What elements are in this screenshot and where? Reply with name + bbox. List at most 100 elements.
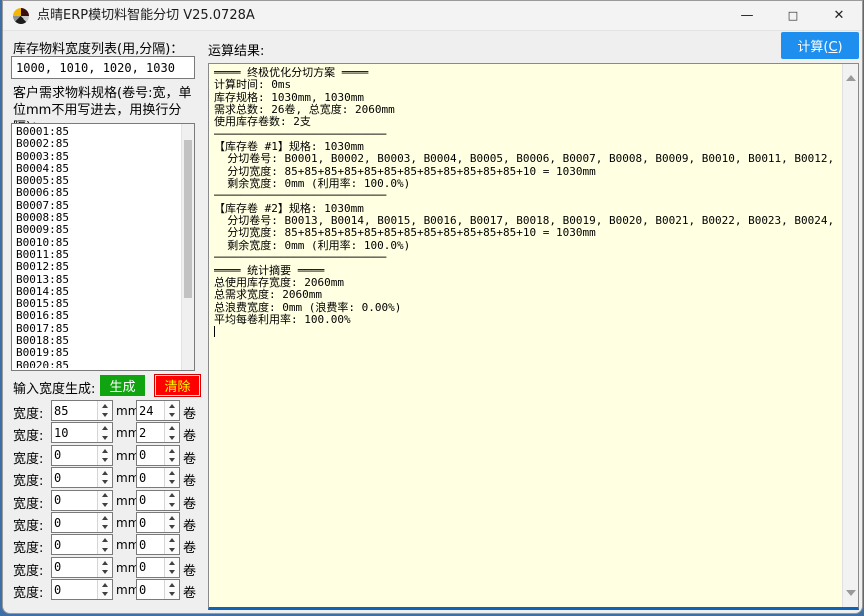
spinner-arrows — [97, 513, 112, 532]
spinner-up-icon[interactable] — [165, 401, 179, 411]
spinner-arrows — [164, 401, 179, 420]
generate-button[interactable]: 生成 — [100, 375, 145, 396]
spinner-arrows — [97, 580, 112, 599]
spinner-down-icon[interactable] — [165, 523, 179, 533]
spinner-up-icon[interactable] — [98, 558, 112, 568]
spinner-down-icon[interactable] — [98, 590, 112, 600]
result-line: ────────────────────────── — [214, 190, 841, 202]
spinner-up-icon[interactable] — [98, 580, 112, 590]
width-value-input[interactable] — [54, 447, 96, 464]
spinner-up-icon[interactable] — [165, 558, 179, 568]
count-value-input[interactable] — [139, 514, 163, 531]
spinner-up-icon[interactable] — [165, 580, 179, 590]
width-value-input[interactable] — [54, 469, 96, 486]
calculate-button[interactable]: 计算(C) — [781, 32, 859, 59]
width-row: 宽度:mm卷 — [3, 579, 203, 600]
spinner-arrows — [97, 423, 112, 442]
spinner-up-icon[interactable] — [165, 446, 179, 456]
width-spinner — [51, 579, 113, 600]
spinner-down-icon[interactable] — [165, 433, 179, 443]
unit-roll-label: 卷 — [183, 560, 196, 579]
spinner-arrows — [164, 580, 179, 599]
demand-scrollbar[interactable] — [181, 124, 194, 370]
spinner-up-icon[interactable] — [98, 423, 112, 433]
spinner-down-icon[interactable] — [98, 545, 112, 555]
spinner-down-icon[interactable] — [98, 567, 112, 577]
width-row-label: 宽度: — [13, 560, 43, 579]
results-textarea[interactable]: ════ 终极优化分切方案 ════计算时间: 0ms库存规格: 1030mm,… — [208, 63, 859, 610]
spinner-up-icon[interactable] — [98, 535, 112, 545]
count-spinner — [136, 400, 180, 421]
width-value-input[interactable] — [54, 492, 96, 509]
title-bar: 点晴ERP模切料智能分切 V25.0728A — □ ✕ — [3, 1, 862, 31]
spinner-up-icon[interactable] — [98, 491, 112, 501]
width-spinner — [51, 490, 113, 511]
demand-list-line: B0012:85 — [16, 261, 179, 273]
scroll-up-icon[interactable] — [843, 70, 858, 86]
stock-width-input[interactable] — [11, 56, 195, 79]
spinner-up-icon[interactable] — [98, 446, 112, 456]
width-value-input[interactable] — [54, 581, 96, 598]
spinner-down-icon[interactable] — [98, 478, 112, 488]
spinner-up-icon[interactable] — [98, 468, 112, 478]
count-value-input[interactable] — [139, 447, 163, 464]
demand-scrollbar-thumb[interactable] — [184, 140, 192, 298]
unit-roll-label: 卷 — [183, 425, 196, 444]
width-row: 宽度:mm卷 — [3, 467, 203, 488]
clear-button[interactable]: 清除 — [155, 375, 200, 396]
demand-textarea[interactable]: B0001:85B0002:85B0003:85B0004:85B0005:85… — [11, 123, 195, 371]
count-spinner — [136, 445, 180, 466]
scroll-down-icon[interactable] — [843, 585, 858, 601]
width-value-input[interactable] — [54, 424, 96, 441]
count-value-input[interactable] — [139, 424, 163, 441]
results-scrollbar[interactable] — [842, 64, 858, 607]
count-value-input[interactable] — [139, 559, 163, 576]
minimize-button[interactable]: — — [724, 1, 770, 31]
spinner-down-icon[interactable] — [98, 433, 112, 443]
width-row: 宽度:mm卷 — [3, 422, 203, 443]
spinner-up-icon[interactable] — [165, 535, 179, 545]
spinner-down-icon[interactable] — [165, 545, 179, 555]
width-value-input[interactable] — [54, 559, 96, 576]
maximize-button[interactable]: □ — [770, 1, 816, 31]
app-window: 点晴ERP模切料智能分切 V25.0728A — □ ✕ 库存物料宽度列表(用,… — [2, 0, 863, 614]
count-value-input[interactable] — [139, 402, 163, 419]
spinner-down-icon[interactable] — [165, 411, 179, 421]
spinner-up-icon[interactable] — [98, 513, 112, 523]
spinner-down-icon[interactable] — [165, 478, 179, 488]
spinner-down-icon[interactable] — [98, 411, 112, 421]
width-value-input[interactable] — [54, 536, 96, 553]
spinner-down-icon[interactable] — [165, 590, 179, 600]
count-value-input[interactable] — [139, 581, 163, 598]
width-value-input[interactable] — [54, 514, 96, 531]
spinner-up-icon[interactable] — [165, 423, 179, 433]
spinner-up-icon[interactable] — [98, 401, 112, 411]
width-row-label: 宽度: — [13, 515, 43, 534]
count-value-input[interactable] — [139, 469, 163, 486]
width-row: 宽度:mm卷 — [3, 557, 203, 578]
spinner-arrows — [164, 423, 179, 442]
width-row-label: 宽度: — [13, 403, 43, 422]
spinner-up-icon[interactable] — [165, 513, 179, 523]
spinner-down-icon[interactable] — [165, 567, 179, 577]
width-row: 宽度:mm卷 — [3, 400, 203, 421]
spinner-down-icon[interactable] — [165, 500, 179, 510]
result-line: 使用库存卷数: 2支 — [214, 116, 841, 128]
spinner-arrows — [97, 491, 112, 510]
width-value-input[interactable] — [54, 402, 96, 419]
spinner-up-icon[interactable] — [165, 491, 179, 501]
spinner-down-icon[interactable] — [98, 455, 112, 465]
spinner-down-icon[interactable] — [98, 523, 112, 533]
spinner-arrows — [164, 446, 179, 465]
spinner-down-icon[interactable] — [98, 500, 112, 510]
unit-roll-label: 卷 — [183, 582, 196, 601]
spinner-down-icon[interactable] — [165, 455, 179, 465]
close-button[interactable]: ✕ — [816, 1, 862, 31]
width-row: 宽度:mm卷 — [3, 490, 203, 511]
count-spinner — [136, 512, 180, 533]
count-value-input[interactable] — [139, 492, 163, 509]
spinner-up-icon[interactable] — [165, 468, 179, 478]
count-value-input[interactable] — [139, 536, 163, 553]
result-line: 分切卷号: B0001, B0002, B0003, B0004, B0005,… — [214, 153, 841, 165]
text-cursor — [214, 326, 215, 337]
